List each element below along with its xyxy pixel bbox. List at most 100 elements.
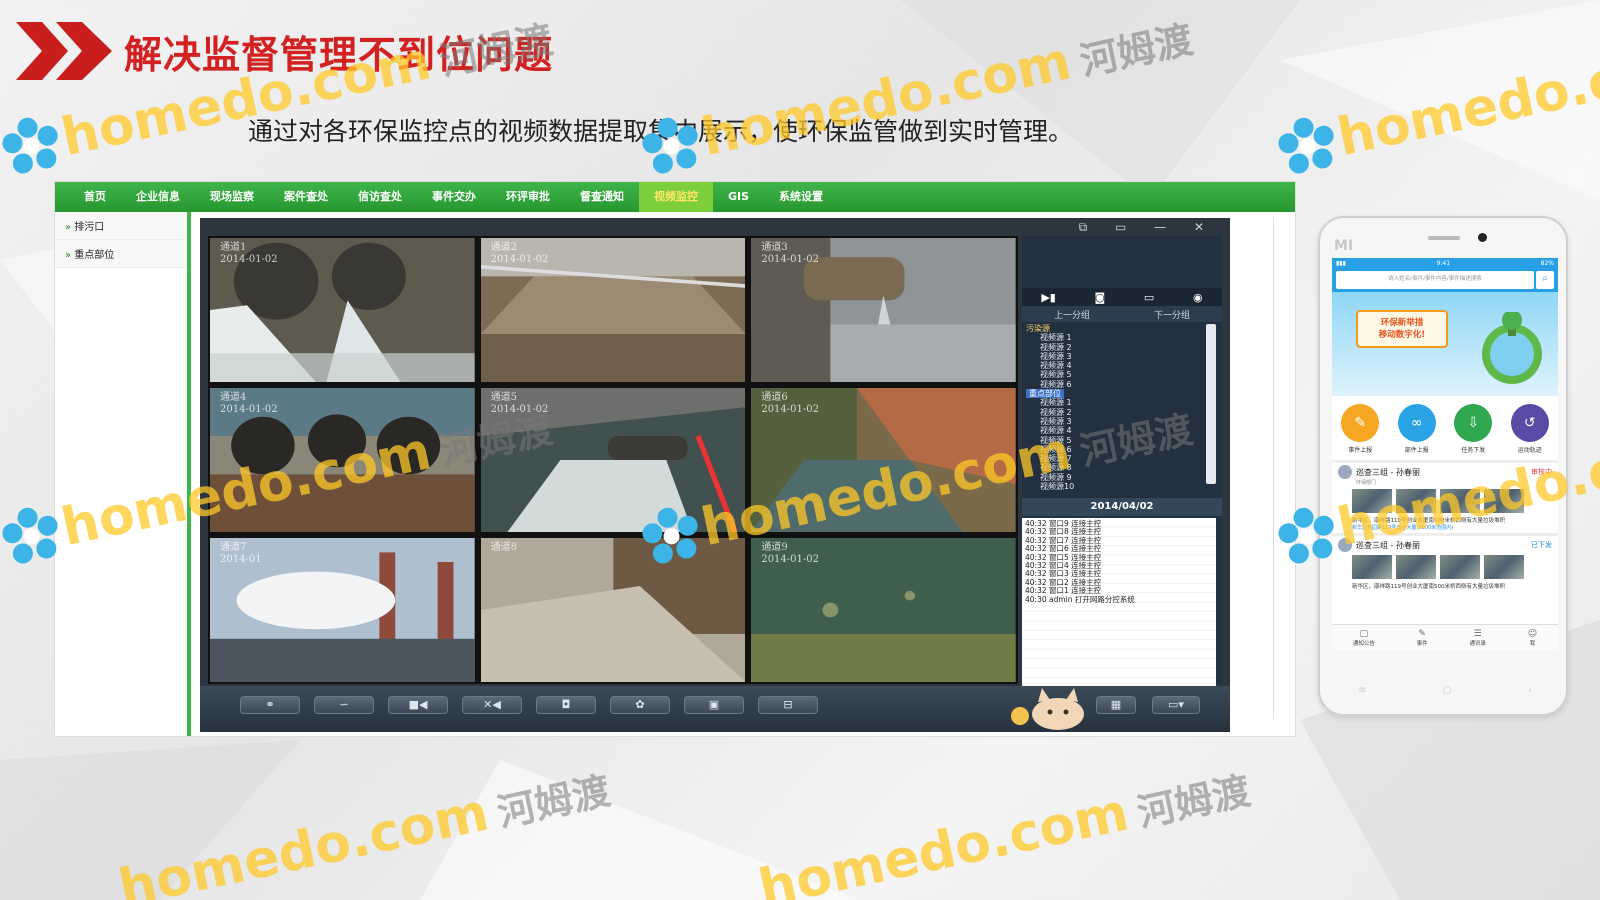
video-cell-6[interactable]: 通道6 2014-01-02	[751, 388, 1016, 532]
nav-petition-handling[interactable]: 信访查处	[343, 182, 417, 212]
promo-banner[interactable]: 环保新举措 移动数字化!	[1332, 292, 1558, 396]
tab-me[interactable]: ☺ 我	[1528, 629, 1537, 647]
feed-item[interactable]: 巡查三组 - 孙春丽 审核中 环保部门 新华区，康祥路119号创业大厦南500米…	[1332, 460, 1558, 533]
layout-icon[interactable]: ⊟	[758, 696, 818, 714]
tree-item[interactable]: 视频源 1	[1026, 333, 1202, 342]
tree-item[interactable]: 视频源 6	[1026, 445, 1202, 454]
feed-item[interactable]: 巡查三组 - 孙春丽 已下发 新华区，康祥路119号创业大厦南500米桥西侧有大…	[1332, 533, 1558, 592]
tree-item[interactable]: 视频源 8	[1026, 463, 1202, 472]
channel-label: 通道8	[490, 542, 518, 553]
video-cell-9[interactable]: 通道9 2014-01-02	[751, 538, 1016, 682]
back-icon[interactable]: ‹	[1528, 685, 1532, 696]
tree-item[interactable]: 视频源 9	[1026, 473, 1202, 482]
screen-icon[interactable]: ▣	[684, 696, 744, 714]
channel-label: 通道3	[761, 242, 788, 253]
record-icon[interactable]: ■◀	[388, 696, 448, 714]
tree-scrollbar[interactable]	[1206, 324, 1216, 484]
video-cell-5[interactable]: 通道5 2014-01-02	[480, 388, 746, 532]
app-scrollbar[interactable]	[1273, 218, 1285, 718]
home-icon[interactable]: ○	[1443, 685, 1452, 696]
quick-action-report-part[interactable]: ∞ 部件上报	[1392, 404, 1442, 454]
nav-supervision-notice[interactable]: 督查通知	[565, 182, 639, 212]
tree-item[interactable]: 视频源 3	[1026, 352, 1202, 361]
tab-label: 我	[1529, 640, 1536, 647]
search-icon[interactable]: ⌕	[1536, 271, 1554, 289]
nav-eia-approval[interactable]: 环评审批	[491, 182, 565, 212]
monitor-icon[interactable]: ▭	[1144, 291, 1154, 304]
video-cell-3[interactable]: 通道3 2014-01-02	[751, 238, 1016, 382]
log-line: 40:30 admin 打开网路分控系统	[1025, 594, 1135, 604]
next-group-button[interactable]: 下一分组	[1154, 308, 1190, 321]
status-badge: 审核中	[1531, 468, 1552, 476]
video-cell-7[interactable]: 通道7 2014-01	[210, 538, 475, 682]
quick-action-label: 事件上报	[1348, 447, 1373, 454]
nav-video-monitoring[interactable]: 视频监控	[639, 182, 713, 212]
quick-action-track[interactable]: ↺ 运动轨迹	[1505, 404, 1555, 454]
window-controls[interactable]: ⧉ ▭ — ✕	[1079, 220, 1216, 235]
tab-label: 通知公告	[1352, 640, 1375, 647]
camera-icon[interactable]: ◙	[1095, 291, 1106, 304]
nav-home[interactable]: 首页	[69, 182, 121, 212]
tree-item[interactable]: 视频源 1	[1026, 398, 1202, 407]
sidebar: 排污口 重点部位	[55, 212, 191, 736]
tree-item[interactable]: 视频源 2	[1026, 343, 1202, 352]
nav-site-inspection[interactable]: 现场监察	[195, 182, 269, 212]
cat-mascot-icon	[1011, 688, 1084, 730]
channel-date: 2014-01-02	[220, 404, 278, 415]
nav-system-settings[interactable]: 系统设置	[764, 182, 838, 212]
eye-icon[interactable]: ◉	[1193, 291, 1203, 304]
quick-action-label: 任务下发	[1461, 447, 1486, 454]
tab-notices[interactable]: ▢ 通知公告	[1353, 629, 1375, 647]
channel-date: 2014-01-02	[490, 404, 549, 415]
unlink-icon[interactable]: ∽	[314, 696, 374, 714]
nav-case-handling[interactable]: 案件查处	[269, 182, 343, 212]
sidebar-item-key-site[interactable]: 重点部位	[55, 240, 187, 268]
video-cell-2[interactable]: 通道2 2014-01-02	[480, 238, 746, 382]
feed-photos[interactable]	[1352, 555, 1552, 579]
tree-group-key-site[interactable]: 重点部位	[1026, 389, 1064, 399]
tree-item[interactable]: 视频源 6	[1026, 380, 1202, 389]
bottom-tab-bar: ▢ 通知公告 ✎ 事件 ☰ 通讯录 ☺ 我	[1332, 624, 1558, 650]
tree-item[interactable]: 视频源 3	[1026, 417, 1202, 426]
tree-item[interactable]: 视频源10	[1026, 482, 1202, 491]
quick-action-report-event[interactable]: ✎ 事件上报	[1335, 404, 1385, 454]
feed-photos[interactable]	[1352, 489, 1552, 513]
tree-item[interactable]: 视频源 4	[1026, 426, 1202, 435]
tab-contacts[interactable]: ☰ 通讯录	[1469, 629, 1486, 647]
grid-icon[interactable]: ▦	[1096, 696, 1136, 714]
tab-events[interactable]: ✎ 事件	[1417, 629, 1428, 647]
video-cell-4[interactable]: 通道4 2014-01-02	[210, 388, 475, 532]
log-date[interactable]: 2014/04/02	[1022, 498, 1222, 516]
tree-group-pollution[interactable]: 污染源	[1026, 324, 1202, 333]
video-grid: 通道1 2014-01-02 通道2 2014-01-02 通道3 2014-01-0…	[208, 236, 1018, 684]
quick-action-label: 部件上报	[1404, 447, 1429, 454]
avatar	[1338, 538, 1352, 552]
nav-gis[interactable]: GIS	[713, 182, 764, 212]
tree-item[interactable]: 视频源 5	[1026, 436, 1202, 445]
video-monitoring-app: 首页 企业信息 现场监察 案件查处 信访查处 事件交办 环评审批 督查通知 视频…	[54, 181, 1296, 737]
stop-record-icon[interactable]: ✕◀	[462, 696, 522, 714]
signal-icon: ▮▮▮	[1336, 259, 1346, 267]
video-cell-8[interactable]: 通道8	[480, 538, 746, 682]
nav-event-assignment[interactable]: 事件交办	[417, 182, 491, 212]
video-cell-1[interactable]: 通道1 2014-01-02	[210, 238, 475, 382]
link-icon[interactable]: ⚭	[240, 696, 300, 714]
chevron-arrows-icon	[16, 22, 112, 80]
nav-enterprise-info[interactable]: 企业信息	[121, 182, 195, 212]
search-input[interactable]: 请入姓名/事件/事件内容/事件描述搜索	[1336, 271, 1534, 289]
tab-label: 事件	[1416, 640, 1428, 647]
phone-screen: ▮▮▮ 9:41 82% 请入姓名/事件/事件内容/事件描述搜索 ⌕ 环保新举措…	[1332, 258, 1558, 650]
tree-item[interactable]: 视频源 5	[1026, 370, 1202, 379]
menu-icon[interactable]: ≡	[1358, 685, 1366, 696]
camera-icon[interactable]: ◘	[536, 696, 596, 714]
prev-group-button[interactable]: 上一分组	[1054, 308, 1090, 321]
panel-tab-icons: ▶▮ ◙ ▭ ◉	[1022, 288, 1222, 306]
window-icon[interactable]: ▭▾	[1152, 696, 1200, 714]
settings-icon[interactable]: ✿	[610, 696, 670, 714]
tree-item[interactable]: 视频源 2	[1026, 408, 1202, 417]
sidebar-item-outfall[interactable]: 排污口	[55, 212, 187, 240]
channel-label: 通道6	[761, 392, 788, 403]
film-icon[interactable]: ▶▮	[1041, 291, 1056, 304]
quick-action-task-dispatch[interactable]: ⇩ 任务下发	[1448, 404, 1498, 454]
channel-date: 2014-01	[220, 554, 262, 565]
